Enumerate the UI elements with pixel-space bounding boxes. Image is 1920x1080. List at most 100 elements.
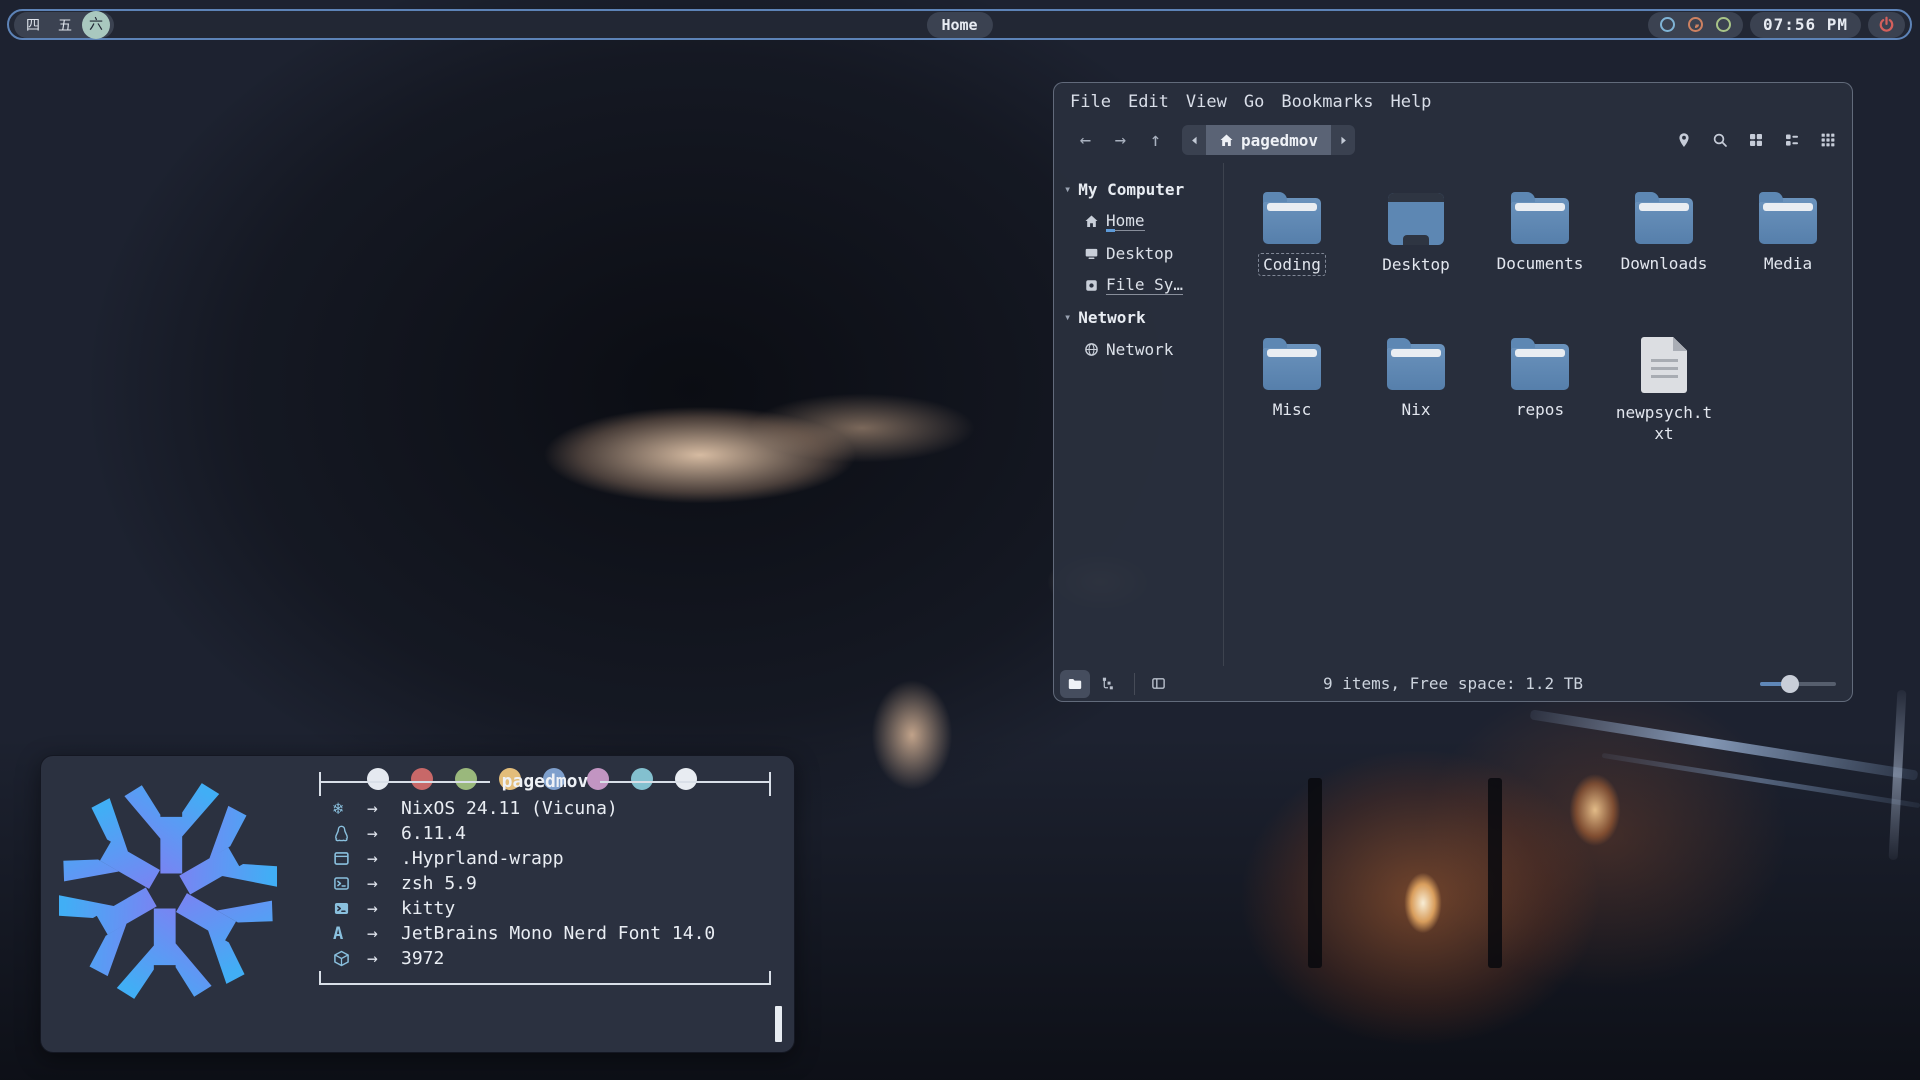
folder-icon	[1387, 344, 1445, 390]
fetch-widget: pagedmov ❄→NixOS 24.11 (Vicuna)→6.11.4→.…	[40, 755, 795, 1053]
active-window-title: Home	[926, 12, 992, 38]
workspace-button[interactable]: 五	[50, 15, 80, 35]
menu-bookmarks[interactable]: Bookmarks	[1281, 92, 1373, 114]
folder-icon	[1263, 344, 1321, 390]
wallpaper-lantern-frame	[1308, 778, 1322, 968]
fetch-line-font: A→JetBrains Mono Nerd Font 14.0	[319, 921, 771, 946]
path-bar: pagedmov	[1182, 125, 1355, 155]
workspace-button-active[interactable]: 六	[82, 11, 110, 39]
sidebar-item-network[interactable]: Network	[1054, 333, 1223, 365]
sidebar-item-label: Home	[1106, 211, 1145, 231]
shell-icon	[333, 875, 367, 892]
location-button[interactable]	[1676, 132, 1692, 148]
file-item-misc[interactable]: Misc	[1230, 337, 1354, 483]
file-item-label: Downloads	[1617, 253, 1712, 274]
zoom-slider-handle[interactable]	[1781, 675, 1799, 693]
location-pin-icon	[1676, 132, 1692, 148]
path-segment-home[interactable]: pagedmov	[1206, 125, 1331, 155]
wallpaper-lantern-frame	[1488, 778, 1502, 968]
arrow-icon: →	[367, 798, 401, 819]
border-line	[321, 781, 490, 783]
arrow-icon: →	[367, 873, 401, 894]
places-pane-button[interactable]	[1060, 670, 1090, 698]
menu-edit[interactable]: Edit	[1128, 92, 1169, 114]
fetch-line-kernel: →6.11.4	[319, 821, 771, 846]
border-line	[600, 781, 769, 783]
disk-icon	[1084, 278, 1099, 293]
toolbar: ← → ↑ pagedmov	[1054, 117, 1852, 163]
menu-go[interactable]: Go	[1244, 92, 1264, 114]
file-item-desktop[interactable]: Desktop	[1354, 191, 1478, 337]
sidebar-item-filesy[interactable]: File Sy…	[1054, 269, 1223, 301]
globe-icon	[1084, 342, 1099, 357]
sidebar-section-my-computer[interactable]: ▾ My Computer	[1054, 173, 1223, 205]
file-item-repos[interactable]: repos	[1478, 337, 1602, 483]
file-item-nix[interactable]: Nix	[1354, 337, 1478, 483]
fetch-line-text: NixOS 24.11 (Vicuna)	[401, 798, 618, 819]
menu-help[interactable]: Help	[1390, 92, 1431, 114]
file-item-label: Media	[1760, 253, 1816, 274]
workspace-button[interactable]: 四	[18, 15, 48, 35]
terminal-icon	[333, 900, 367, 917]
file-item-label: Nix	[1398, 399, 1435, 420]
sidebar: ▾ My Computer Home Desktop File Sy… ▾NetworkN…	[1054, 163, 1224, 666]
nixos-logo	[59, 782, 277, 1000]
window-body: ▾My ComputerHomeDesktopFile Sy…▾NetworkN…	[1054, 163, 1852, 666]
statusbar-separator	[1134, 673, 1135, 695]
wallpaper-light-streak	[1530, 709, 1919, 780]
sidebar-section-network[interactable]: ▾Network	[1054, 301, 1223, 333]
path-scroll-left[interactable]	[1182, 125, 1206, 155]
path-segment-label: pagedmov	[1241, 131, 1318, 150]
list-view-button[interactable]	[1784, 132, 1800, 148]
sidebar-item-desktop[interactable]: Desktop	[1054, 237, 1223, 269]
path-scroll-right[interactable]	[1331, 125, 1355, 155]
triangle-right-icon	[1338, 135, 1349, 146]
side-pane-toggle-button[interactable]	[1143, 670, 1173, 698]
sidebar-item-home[interactable]: Home	[1054, 205, 1223, 237]
file-item-newpsych-txt[interactable]: newpsych.txt	[1602, 337, 1726, 483]
packages-icon	[333, 950, 367, 967]
file-item-media[interactable]: Media	[1726, 191, 1850, 337]
power-button[interactable]	[1868, 12, 1905, 38]
zoom-slider[interactable]	[1760, 675, 1836, 693]
fetch-line-text: 3972	[401, 948, 444, 969]
chevron-down-icon: ▾	[1064, 310, 1071, 324]
file-item-downloads[interactable]: Downloads	[1602, 191, 1726, 337]
back-button[interactable]: ←	[1068, 129, 1103, 151]
border-corner	[769, 772, 771, 796]
sidebar-section-label: My Computer	[1078, 180, 1184, 199]
thumbnail-grid-icon	[1820, 132, 1836, 148]
kernel-icon	[333, 825, 367, 842]
icon-view-button[interactable]	[1748, 132, 1764, 148]
topbar-right-cluster: 07:56 PM	[1648, 12, 1905, 38]
file-item-documents[interactable]: Documents	[1478, 191, 1602, 337]
nixos-snowflake-icon: ❄	[333, 799, 367, 819]
folder-icon	[1067, 676, 1083, 692]
file-item-coding[interactable]: Coding	[1230, 191, 1354, 337]
fetch-line-text: JetBrains Mono Nerd Font 14.0	[401, 923, 715, 944]
workspace-switcher[interactable]: 四五六	[14, 12, 114, 38]
folder-icon	[1511, 198, 1569, 244]
fetch-line-nixos: ❄→NixOS 24.11 (Vicuna)	[319, 796, 771, 821]
fetch-line-text: kitty	[401, 898, 455, 919]
home-icon	[1219, 133, 1234, 148]
terminal-cursor	[775, 1006, 782, 1042]
chevron-down-icon: ▾	[1064, 182, 1071, 196]
tree-pane-button[interactable]	[1093, 670, 1123, 698]
text-file-icon	[1641, 337, 1687, 393]
indicator-circle[interactable]	[1660, 17, 1675, 32]
fetch-line-text: 6.11.4	[401, 823, 466, 844]
forward-button[interactable]: →	[1103, 129, 1138, 151]
side-panel-icon	[1151, 676, 1166, 691]
status-indicators[interactable]	[1648, 12, 1743, 38]
indicator-circle[interactable]	[1716, 17, 1731, 32]
menu-file[interactable]: File	[1070, 92, 1111, 114]
up-button[interactable]: ↑	[1138, 129, 1173, 151]
thumbnail-view-button[interactable]	[1820, 132, 1836, 148]
menu-view[interactable]: View	[1186, 92, 1227, 114]
sidebar-item-label: File Sy…	[1106, 275, 1183, 295]
folder-icon	[1759, 198, 1817, 244]
indicator-circle[interactable]	[1688, 17, 1703, 32]
search-button[interactable]	[1712, 132, 1728, 148]
fetch-box-top-border: pagedmov	[319, 772, 771, 796]
